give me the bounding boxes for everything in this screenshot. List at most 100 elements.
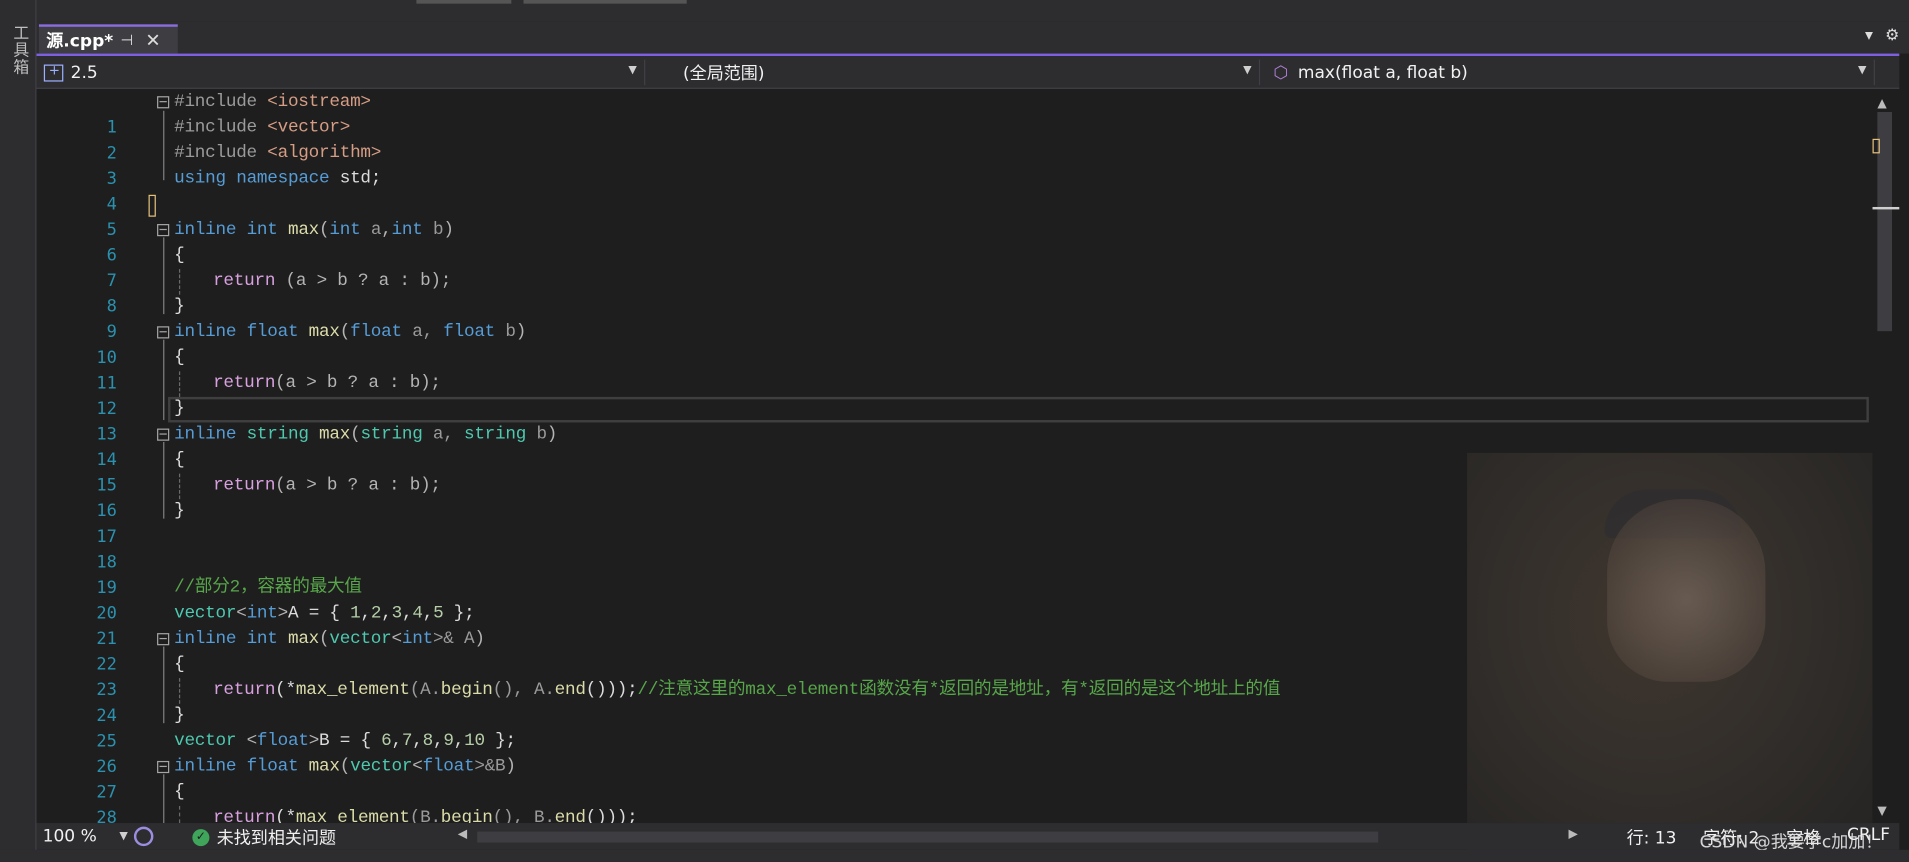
code-line[interactable]: 6 inline int max(int a,int b) [37, 218, 1873, 265]
code-line[interactable]: 10 inline float max(float a, float b) [37, 320, 1873, 368]
scroll-right-icon[interactable]: ▶ [1569, 828, 1578, 841]
keyword: using [174, 169, 226, 189]
code-text: { [174, 782, 185, 803]
keyword: return [213, 476, 276, 496]
code-line[interactable]: 14 inline string max(string a, string b) [37, 422, 1873, 470]
keyword: inline [174, 424, 237, 445]
function-name: max [277, 220, 320, 240]
code-text: { [174, 348, 185, 368]
chevron-down-icon[interactable]: ▾ [1865, 27, 1873, 45]
code-text: { [174, 245, 185, 266]
code-punct: > [308, 731, 320, 752]
vs-editor-window: 工具箱 源.cpp* ⊣ ✕ ▾ ⚙ 2.5 ▼ (全局范围) ▼ ⬡ max(… [0, 0, 1909, 862]
type-name: string [236, 424, 309, 445]
code-punct: ) [474, 629, 485, 649]
code-punct: ())); [585, 680, 638, 701]
function-name: end [554, 808, 586, 824]
code-line[interactable]: 9 } [37, 295, 1873, 342]
code-line[interactable]: 5 [37, 192, 1873, 239]
vertical-scrollbar[interactable]: ▲ ▼ [1872, 90, 1900, 824]
code-line[interactable]: 1 #include <iostream> [37, 90, 1873, 138]
number-literal: 3 [391, 603, 403, 624]
zoom-dropdown[interactable]: 100 % ▼ [43, 825, 128, 847]
keyword: return [213, 680, 276, 701]
function-name: max [308, 424, 351, 445]
gear-icon[interactable]: ⚙ [1885, 27, 1899, 45]
type-name: vector [350, 757, 413, 777]
code-text: (a > b ? a : b); [275, 373, 441, 394]
function-name: max [298, 322, 340, 343]
keyword: return [213, 271, 276, 291]
collapse-icon[interactable] [157, 224, 170, 237]
problems-indicator[interactable]: ✓ 未找到相关问题 [192, 825, 336, 849]
code-line[interactable]: 11 { [37, 346, 1873, 393]
method-cube-icon: ⬡ [1273, 62, 1289, 83]
member-dropdown[interactable]: ⬡ max(float a, float b) ▼ [1266, 59, 1875, 86]
scrollbar-thumb[interactable] [477, 831, 1379, 843]
code-text: std; [329, 169, 382, 189]
collapse-icon[interactable] [157, 633, 170, 646]
keyword: int [246, 603, 278, 624]
toolbox-label[interactable]: 工具箱 [7, 24, 30, 75]
code-punct: ) [443, 220, 454, 240]
code-punct: > [277, 603, 289, 624]
chevron-down-icon[interactable]: ▼ [1858, 65, 1866, 77]
parameter: b [495, 322, 516, 343]
keyword: int [236, 629, 278, 649]
parameter: a [360, 220, 382, 240]
top-toolbar-remnant [36, 0, 1909, 22]
preprocessor-directive: #include [174, 92, 268, 113]
code-line[interactable]: 7 { [37, 244, 1873, 291]
code-line[interactable]: 12 return(a > b ? a : b); [37, 371, 1873, 419]
scope-dropdown[interactable]: (全局范围) ▼ [651, 59, 1261, 86]
code-text: (A. [409, 680, 441, 701]
code-line[interactable]: 8 return (a > b ? a : b); [37, 269, 1873, 317]
number-literal: 4 [412, 603, 423, 624]
toolbar-fragment [416, 0, 512, 4]
collapse-icon[interactable] [157, 96, 170, 109]
scroll-left-icon[interactable]: ◀ [458, 828, 467, 841]
wallpaper-figure [1607, 499, 1766, 682]
copilot-icon[interactable] [133, 826, 154, 847]
code-line[interactable]: 2 #include <vector> [37, 116, 1873, 163]
close-icon[interactable]: ✕ [145, 29, 160, 51]
keyword: float [443, 322, 496, 343]
keyword: int [329, 220, 361, 240]
chevron-down-icon[interactable]: ▼ [1243, 65, 1251, 77]
scroll-up-icon[interactable]: ▲ [1877, 97, 1886, 110]
number-literal: 1 [350, 603, 361, 624]
project-name: 2.5 [70, 62, 98, 83]
keyword: return [213, 808, 276, 824]
tabrow-controls: ▾ ⚙ [1865, 27, 1899, 45]
chevron-down-icon[interactable]: ▼ [628, 65, 636, 77]
code-text: (), A. [492, 680, 555, 701]
code-text: } [174, 399, 185, 419]
function-name: max [277, 629, 320, 649]
code-line[interactable]: 4 using namespace std; [37, 167, 1873, 214]
toolbar-fragment [523, 0, 687, 4]
pin-icon[interactable]: ⊣ [121, 32, 134, 49]
code-text: (a > b ? a : b); [275, 476, 441, 496]
code-punct: , [381, 603, 392, 624]
project-dropdown[interactable]: 2.5 ▼ [37, 59, 646, 86]
code-punct: , [391, 731, 403, 752]
toolbox-strip[interactable]: 工具箱 [0, 0, 37, 862]
include-header: <vector> [267, 118, 351, 138]
code-comment: //部分2，容器的最大值 [174, 578, 362, 598]
line-indicator[interactable]: 行: 13 [1627, 825, 1677, 849]
code-line[interactable]: 3 #include <algorithm> [37, 141, 1873, 189]
chevron-down-icon[interactable]: ▼ [119, 825, 127, 847]
collapse-icon[interactable] [157, 326, 170, 339]
code-comment: //注意这里的max_element函数没有*返回的是地址，有*返回的是这个地址… [637, 680, 1281, 701]
code-text: }; [484, 731, 516, 752]
function-name: begin [440, 808, 493, 824]
document-tab[interactable]: 源.cpp* ⊣ ✕ [38, 24, 178, 54]
collapse-icon[interactable] [157, 760, 170, 774]
scroll-down-icon[interactable]: ▼ [1877, 805, 1886, 818]
collapse-icon[interactable] [157, 428, 170, 441]
horizontal-scrollbar[interactable]: ◀ ▶ [458, 828, 1578, 845]
code-text: } [174, 501, 185, 522]
parameter: b [422, 220, 444, 240]
check-circle-icon: ✓ [192, 829, 210, 847]
code-line-current[interactable]: 13 } [37, 397, 1873, 444]
